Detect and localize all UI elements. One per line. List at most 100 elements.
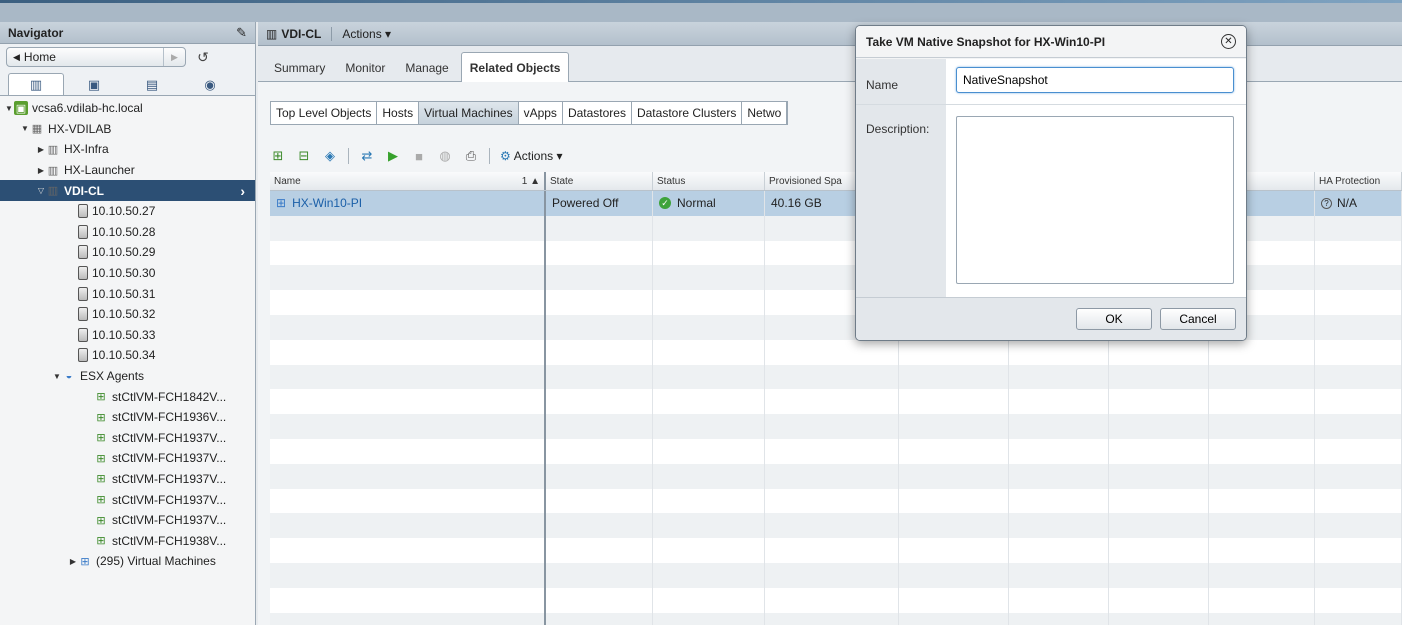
networking-tab[interactable]: ◉ — [182, 73, 238, 95]
empty-cell — [1009, 339, 1109, 365]
power-off-icon[interactable]: ■ — [411, 148, 427, 164]
column-header-state[interactable]: State — [546, 172, 653, 190]
empty-cell — [1209, 438, 1315, 464]
tree-item[interactable]: 10.10.50.31 — [0, 283, 255, 304]
host-icon — [78, 204, 88, 219]
snapshot-name-input[interactable] — [956, 67, 1234, 93]
expand-arrow-icon[interactable]: ▼ — [20, 124, 30, 133]
tree-item[interactable]: ▼ ◒ ESX Agents — [0, 366, 255, 387]
subtab-hosts[interactable]: Hosts — [377, 102, 420, 124]
column-header-ha[interactable]: HA Protection — [1315, 172, 1402, 190]
tree-item[interactable]: ▽ ▥ VDI-CL › — [0, 180, 255, 201]
tree-item[interactable]: ▼ ▦ HX-VDILAB — [0, 119, 255, 140]
tree-item[interactable]: ▶ ▥ HX-Launcher — [0, 160, 255, 181]
vm-name-link[interactable]: HX-Win10-PI — [292, 196, 362, 210]
tree-item[interactable]: 10.10.50.29 — [0, 242, 255, 263]
cell-name: ⊞ HX-Win10-PI — [270, 191, 546, 216]
column-header-status[interactable]: Status — [653, 172, 765, 190]
tree-item-label: 10.10.50.31 — [92, 286, 156, 301]
empty-cell — [1209, 612, 1315, 625]
tree-item[interactable]: ⊞ stCtlVM-FCH1937V... — [0, 428, 255, 449]
history-icon[interactable]: ↺ — [192, 47, 214, 67]
empty-cell — [1315, 215, 1402, 241]
top-strip — [0, 0, 1402, 22]
toolbar-actions-menu[interactable]: ⚙ Actions ▾ — [500, 149, 562, 163]
chevron-right-icon[interactable]: › — [240, 183, 245, 199]
empty-cell — [1315, 513, 1402, 539]
console-icon[interactable]: ⎙ — [463, 148, 479, 164]
vms-templates-tab[interactable]: ▣ — [66, 73, 122, 95]
tree-item[interactable]: ⊞ stCtlVM-FCH1937V... — [0, 489, 255, 510]
hosts-clusters-tab[interactable]: ▥ — [8, 73, 64, 95]
tree-item[interactable]: 10.10.50.28 — [0, 222, 255, 243]
suspend-icon[interactable]: ◍ — [437, 148, 453, 164]
empty-cell — [270, 389, 546, 415]
expand-arrow-icon[interactable]: ▶ — [68, 557, 78, 566]
empty-cell — [653, 339, 765, 365]
tab-related-objects[interactable]: Related Objects — [460, 52, 570, 82]
tree-item[interactable]: ▼ ▣ vcsa6.vdilab-hc.local — [0, 98, 255, 119]
subtab-virtual-machines[interactable]: Virtual Machines — [419, 102, 519, 124]
empty-cell — [546, 538, 653, 563]
expand-arrow-icon[interactable]: ▶ — [36, 145, 46, 154]
tree-item[interactable]: 10.10.50.30 — [0, 263, 255, 284]
tree-item[interactable]: ⊞ stCtlVM-FCH1938V... — [0, 530, 255, 551]
expand-arrow-icon[interactable]: ▽ — [36, 186, 46, 195]
tree-item[interactable]: ⊞ stCtlVM-FCH1842V... — [0, 386, 255, 407]
pin-icon[interactable]: ✎ — [236, 25, 247, 41]
tree-item[interactable]: ⊞ stCtlVM-FCH1936V... — [0, 407, 255, 428]
close-icon[interactable]: ✕ — [1221, 34, 1236, 49]
tree-item[interactable]: ⊞ stCtlVM-FCH1937V... — [0, 469, 255, 490]
toolbar-actions-label: Actions ▾ — [513, 149, 563, 163]
storage-tab[interactable]: ▤ — [124, 73, 180, 95]
subtab-netwo[interactable]: Netwo — [742, 102, 788, 124]
empty-cell — [653, 414, 765, 439]
tree-item[interactable]: ⊞ stCtlVM-FCH1937V... — [0, 448, 255, 469]
snapshot-description-textarea[interactable] — [956, 116, 1234, 284]
cancel-button[interactable]: Cancel — [1160, 308, 1236, 330]
empty-cell — [546, 438, 653, 464]
tree-item[interactable]: 10.10.50.27 — [0, 201, 255, 222]
empty-cell — [1109, 562, 1209, 588]
expand-arrow-icon[interactable]: ▶ — [36, 166, 46, 175]
empty-row — [270, 339, 1402, 365]
deploy-ovf-icon[interactable]: ◈ — [322, 148, 338, 164]
subtab-datastore-clusters[interactable]: Datastore Clusters — [632, 102, 743, 124]
tree-item-label: stCtlVM-FCH1937V... — [112, 451, 227, 466]
empty-cell — [270, 438, 546, 464]
empty-cell — [653, 513, 765, 539]
ok-button[interactable]: OK — [1076, 308, 1152, 330]
empty-cell — [270, 538, 546, 563]
tree-item[interactable]: 10.10.50.32 — [0, 304, 255, 325]
power-on-icon[interactable]: ▶ — [385, 148, 401, 164]
forward-icon[interactable]: ▶ — [163, 48, 185, 66]
expand-arrow-icon[interactable]: ▼ — [4, 104, 14, 113]
empty-cell — [270, 587, 546, 613]
tree-item[interactable]: ⊞ stCtlVM-FCH1937V... — [0, 510, 255, 531]
tab-manage[interactable]: Manage — [397, 55, 456, 81]
new-vm-icon[interactable]: ⊞ — [270, 148, 286, 164]
tree-item[interactable]: 10.10.50.34 — [0, 345, 255, 366]
subtab-datastores[interactable]: Datastores — [563, 102, 632, 124]
expand-arrow-icon[interactable]: ▼ — [52, 372, 62, 381]
empty-row — [270, 562, 1402, 588]
column-header-name[interactable]: Name 1 ▲ — [270, 172, 546, 190]
subtab-top-level-objects[interactable]: Top Level Objects — [271, 102, 378, 124]
tree-item[interactable]: ▶ ▥ HX-Infra — [0, 139, 255, 160]
tab-summary[interactable]: Summary — [266, 55, 333, 81]
empty-cell — [653, 314, 765, 340]
migrate-icon[interactable]: ⇄ — [359, 148, 375, 164]
home-button[interactable]: ◀ Home ▶ — [6, 47, 186, 67]
tree-item[interactable]: ▶ ⊞ (295) Virtual Machines — [0, 551, 255, 572]
dialog-title: Take VM Native Snapshot for HX-Win10-PI — [866, 34, 1106, 49]
tab-monitor[interactable]: Monitor — [337, 55, 393, 81]
empty-cell — [546, 215, 653, 241]
object-actions-menu[interactable]: Actions ▾ — [331, 26, 391, 41]
cluster-icon: ▥ — [47, 164, 59, 177]
controller-vm-icon: ⊞ — [96, 432, 106, 445]
empty-cell — [899, 538, 1009, 563]
tree-item[interactable]: 10.10.50.33 — [0, 325, 255, 346]
subtab-vapps[interactable]: vApps — [519, 102, 563, 124]
empty-cell — [1315, 265, 1402, 291]
deploy-template-icon[interactable]: ⊟ — [296, 148, 312, 164]
